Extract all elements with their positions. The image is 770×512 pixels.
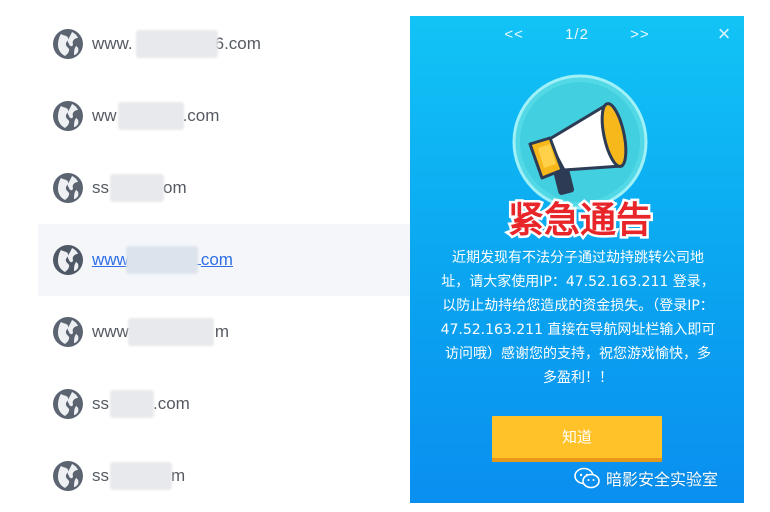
- site-row[interactable]: ss om: [38, 152, 410, 224]
- site-url: ss om: [92, 174, 187, 202]
- site-row[interactable]: ww .com: [38, 80, 410, 152]
- watermark-text: 暗影安全实验室: [606, 470, 719, 489]
- site-row[interactable]: www m: [38, 296, 410, 368]
- globe-icon: [52, 172, 84, 204]
- site-url: ss m: [92, 462, 185, 490]
- globe-icon: [52, 388, 84, 420]
- globe-icon: [52, 100, 84, 132]
- site-url: ww .com: [92, 102, 219, 130]
- banner-text: 紧急通告: [508, 200, 652, 241]
- megaphone-icon: 紧急通告: [490, 74, 670, 244]
- pager: << 1/2 >>: [410, 26, 744, 43]
- watermark: 暗影安全实验室: [574, 466, 718, 490]
- globe-icon: [52, 460, 84, 492]
- site-url: www. 6.com: [92, 30, 261, 58]
- confirm-button[interactable]: 知道: [492, 416, 662, 462]
- prev-page-button[interactable]: <<: [504, 26, 524, 43]
- page-indicator: 1/2: [565, 26, 589, 43]
- globe-icon: [52, 244, 84, 276]
- site-url-link[interactable]: www com: [92, 246, 233, 274]
- close-button[interactable]: ×: [714, 23, 734, 45]
- next-page-button[interactable]: >>: [630, 26, 650, 43]
- site-row-active[interactable]: www com: [38, 224, 410, 296]
- site-url: www m: [92, 318, 229, 346]
- notice-message: 近期发现有不法分子通过劫持跳转公司地址，请大家使用IP：47.52.163.21…: [440, 250, 716, 386]
- globe-icon: [52, 316, 84, 348]
- wechat-icon: [574, 467, 600, 489]
- globe-icon: [52, 28, 84, 60]
- notice-popup: << 1/2 >> × 紧急通告 近期发现有不法分子通过劫持跳转公司地址，请大家…: [410, 16, 744, 503]
- site-row[interactable]: www. 6.com: [38, 8, 410, 80]
- site-list: www. 6.com ww .com ss om www com www m ss .com…: [38, 8, 410, 512]
- site-row[interactable]: ss m: [38, 440, 410, 512]
- site-row[interactable]: ss .com: [38, 368, 410, 440]
- site-url: ss .com: [92, 390, 190, 418]
